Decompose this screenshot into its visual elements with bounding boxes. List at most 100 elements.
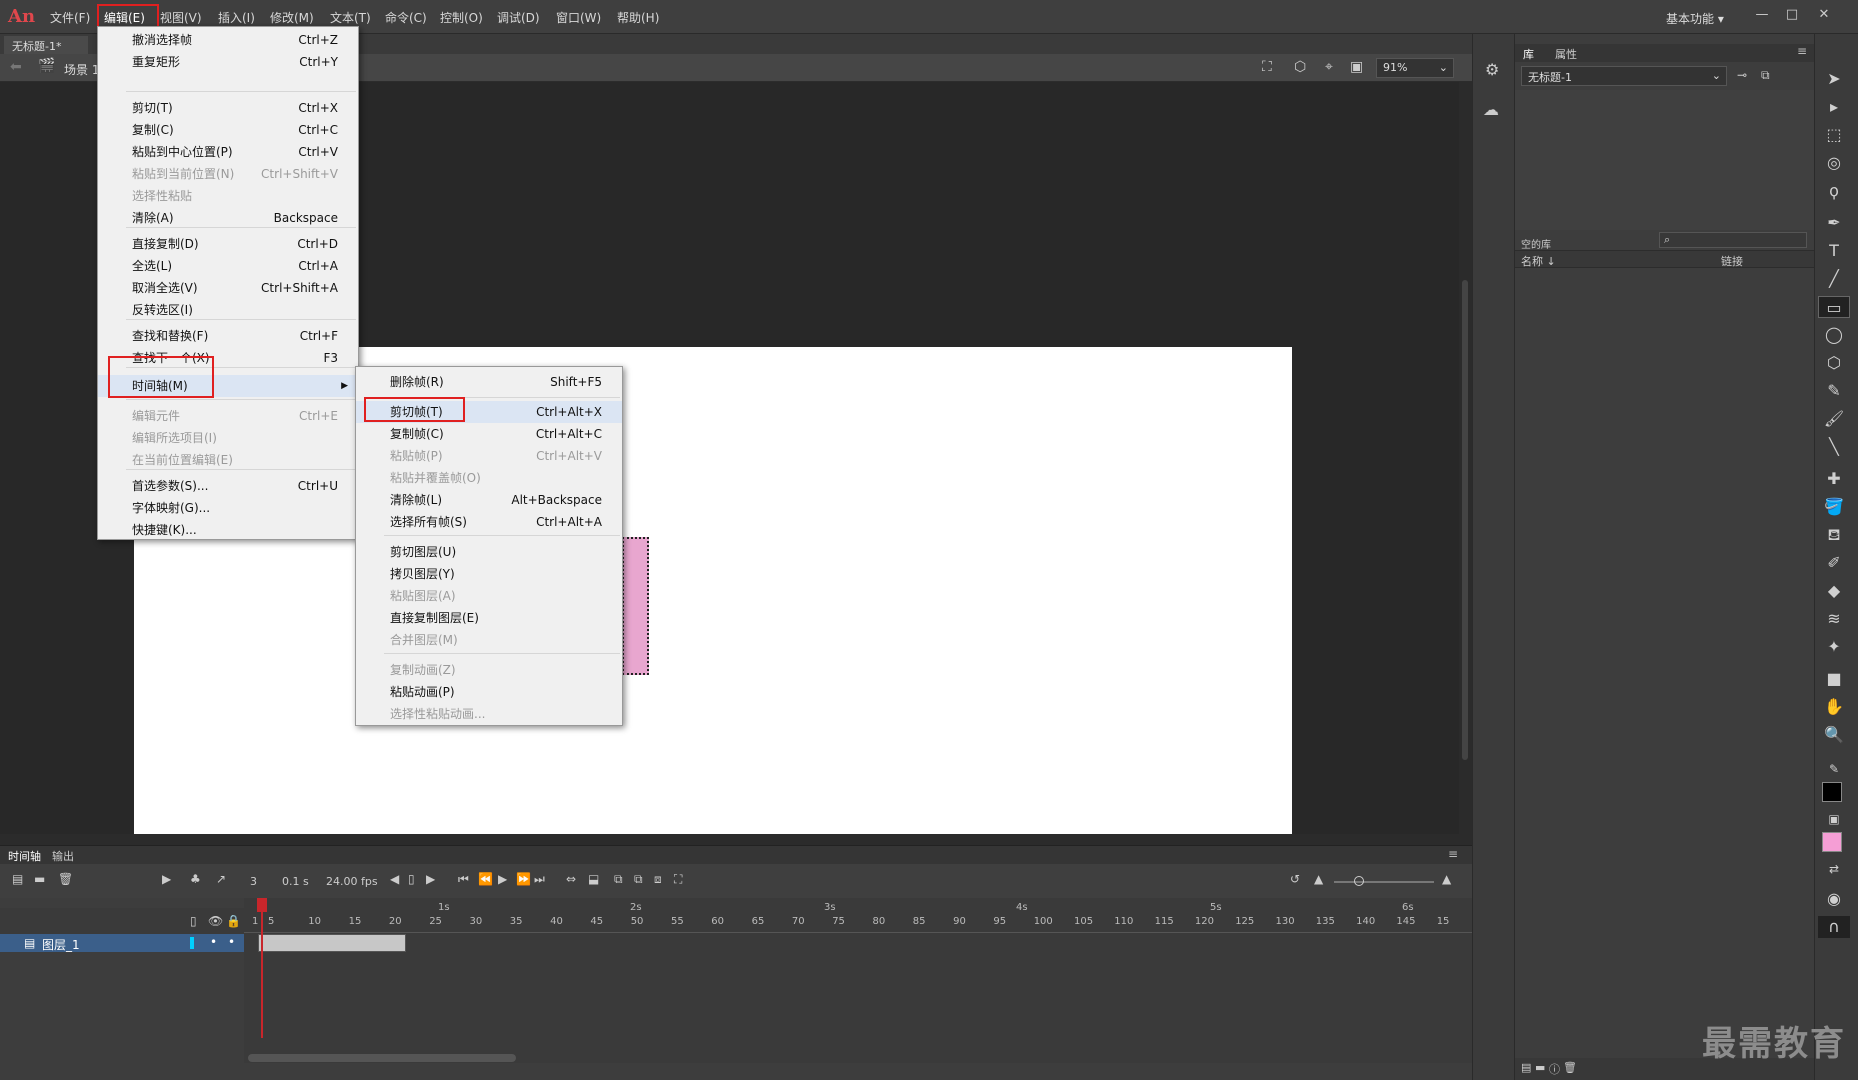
bone-tool-icon[interactable]: ✚ — [1818, 468, 1850, 490]
free-transform-tool-icon[interactable]: ⬚ — [1818, 124, 1850, 146]
column-linkage[interactable]: 链接 — [1721, 253, 1743, 269]
cc-libraries-icon[interactable]: ☁ — [1483, 100, 1499, 119]
scrollbar-thumb[interactable] — [1462, 280, 1468, 760]
zoom-in-icon[interactable]: ▲ — [1442, 872, 1451, 886]
swap-colors-icon[interactable]: ⇄ — [1818, 858, 1850, 880]
timeline-menu-item[interactable]: 清除帧(L) Alt+Backspace — [356, 489, 622, 511]
menu-window[interactable]: 窗口(W) — [556, 9, 601, 26]
step-forward-icon[interactable]: ⏩ — [516, 872, 531, 886]
width-tool-icon[interactable]: ≋ — [1818, 608, 1850, 630]
brush-tool-icon[interactable]: ╲ — [1818, 436, 1850, 458]
menu-text[interactable]: 文本(T) — [330, 9, 371, 26]
menu-view[interactable]: 视图(V) — [160, 9, 202, 26]
edit-menu-item[interactable]: 粘贴到中心位置(P) Ctrl+V — [98, 141, 358, 163]
add-keyframe-icon[interactable]: ▯ — [408, 872, 415, 886]
graph-icon[interactable]: ↗ — [216, 872, 226, 886]
object-drawing-icon[interactable]: ◉ — [1818, 888, 1850, 910]
oval-tool-icon[interactable]: ◯ — [1818, 324, 1850, 346]
current-time[interactable]: 0.1 s — [282, 875, 309, 888]
rectangle-tool-icon[interactable]: ▭ — [1818, 296, 1850, 318]
edit-menu-item[interactable]: 重复矩形 Ctrl+Y — [98, 51, 358, 73]
edit-menu-item[interactable]: 撤消选择帧 Ctrl+Z — [98, 29, 358, 51]
new-folder-icon[interactable]: ▬ — [34, 872, 45, 886]
panel-menu-icon[interactable]: ≡ — [1797, 44, 1807, 58]
menu-file[interactable]: 文件(F) — [50, 9, 90, 26]
step-back-icon[interactable]: ⏪ — [478, 872, 493, 886]
frame-span[interactable] — [258, 934, 406, 952]
edit-menu-item[interactable]: 快捷键(K)... — [98, 519, 358, 541]
menu-modify[interactable]: 修改(M) — [270, 9, 314, 26]
pen-tool-icon[interactable]: ✒ — [1818, 212, 1850, 234]
column-name[interactable]: 名称 ↓ — [1521, 253, 1556, 269]
snap-magnet-icon[interactable]: ∩ — [1818, 916, 1850, 938]
last-frame-icon[interactable]: ⏭ — [534, 872, 545, 887]
edit-menu-item[interactable]: 清除(A) Backspace — [98, 207, 358, 229]
close-window-button[interactable]: ✕ — [1810, 4, 1838, 26]
tab-output[interactable]: 输出 — [52, 848, 74, 864]
back-arrow-icon[interactable]: ⬅ — [10, 59, 22, 75]
first-frame-icon[interactable]: ⏮ — [458, 872, 469, 887]
selection-tool-icon[interactable]: ➤ — [1818, 68, 1850, 90]
play-icon[interactable]: ▶ — [498, 872, 507, 886]
menu-insert[interactable]: 插入(I) — [218, 9, 255, 26]
onion-skin-icon[interactable]: ⧉ — [614, 872, 623, 887]
frame-rate[interactable]: 24.00 fps — [326, 875, 378, 888]
layer-name[interactable]: 图层_1 — [42, 936, 80, 953]
zoom-select[interactable]: 91% ⌄ — [1376, 58, 1454, 78]
modify-markers-icon[interactable]: ⛶ — [674, 872, 682, 887]
eyedropper-tool-icon[interactable]: ✐ — [1818, 552, 1850, 574]
highlight-layers-icon[interactable]: ▯ — [190, 914, 197, 928]
layer-visible-dot[interactable]: • — [210, 935, 217, 949]
delete-icon[interactable]: 🗑 — [1563, 1061, 1577, 1074]
show-all-layers-icon[interactable]: 👁 — [208, 914, 223, 928]
stroke-color-swatch[interactable] — [1822, 782, 1842, 802]
text-tool-icon[interactable]: T — [1818, 240, 1850, 262]
panel-menu-icon[interactable]: ≡ — [1448, 847, 1458, 861]
camera-icon[interactable]: ▶ — [162, 872, 171, 886]
paint-brush-tool-icon[interactable]: 🖌 — [1818, 408, 1850, 430]
edit-scene-icon[interactable]: ⛶ — [1262, 59, 1272, 75]
timeline-menu-item[interactable]: 拷贝图层(Y) — [356, 563, 622, 585]
new-library-icon[interactable]: ⧉ — [1761, 68, 1770, 83]
playhead[interactable] — [261, 898, 263, 1038]
menu-control[interactable]: 控制(O) — [440, 9, 483, 26]
timeline-hscroll[interactable] — [248, 1054, 516, 1062]
lock-all-layers-icon[interactable]: 🔒 — [226, 914, 241, 928]
fill-color-swatch[interactable] — [1822, 832, 1842, 852]
timeline-zoom-thumb[interactable] — [1354, 876, 1364, 886]
edit-menu-item[interactable]: 查找和替换(F) Ctrl+F — [98, 325, 358, 347]
edit-multiple-icon[interactable]: ⧈ — [654, 872, 662, 887]
polystar-tool-icon[interactable]: ⬡ — [1818, 352, 1850, 374]
edit-menu-item[interactable]: 字体映射(G)... — [98, 497, 358, 519]
components-icon[interactable]: ⚙ — [1485, 60, 1499, 79]
tab-timeline[interactable]: 时间轴 — [8, 848, 41, 864]
center-frame-icon[interactable]: ⬓ — [588, 872, 599, 886]
edit-menu-item[interactable]: 反转选区(I) — [98, 299, 358, 321]
delete-layer-icon[interactable]: 🗑 — [58, 872, 73, 886]
timeline-menu-item[interactable]: 删除帧(R) Shift+F5 — [356, 371, 622, 393]
menu-edit[interactable]: 编辑(E) — [104, 9, 145, 26]
zoom-out-icon[interactable]: ▲ — [1314, 872, 1323, 886]
eraser-tool-icon[interactable]: ◆ — [1818, 580, 1850, 602]
menu-debug[interactable]: 调试(D) — [497, 9, 540, 26]
frames-area[interactable]: 1 5 10 15 20 25 30 35 40 45 50 55 60 65 70 75 80 85 90 95 10… — [244, 898, 1472, 1063]
layer-lock-dot[interactable]: • — [228, 935, 235, 949]
timeline-menu-item[interactable]: 选择所有帧(S) Ctrl+Alt+A — [356, 511, 622, 533]
edit-menu-item[interactable]: 剪切(T) Ctrl+X — [98, 97, 358, 119]
menu-help[interactable]: 帮助(H) — [617, 9, 659, 26]
pencil-tool-icon[interactable]: ✎ — [1818, 380, 1850, 402]
clip-stage-icon[interactable]: ▣ — [1350, 59, 1363, 75]
center-stage-icon[interactable]: ⌖ — [1325, 59, 1333, 75]
3d-rotation-tool-icon[interactable]: ◎ — [1818, 152, 1850, 174]
minimize-button[interactable]: — — [1748, 4, 1776, 26]
paint-bucket-tool-icon[interactable]: 🪣 — [1818, 496, 1850, 518]
subselection-tool-icon[interactable]: ▸ — [1818, 96, 1850, 118]
menu-commands[interactable]: 命令(C) — [385, 9, 427, 26]
lasso-tool-icon[interactable]: ϙ — [1818, 180, 1850, 202]
pink-rectangle-shape[interactable] — [622, 537, 649, 675]
timeline-menu-item[interactable]: 剪切图层(U) — [356, 541, 622, 563]
playhead-handle[interactable] — [257, 898, 267, 912]
zoom-tool-icon[interactable]: 🔍 — [1818, 724, 1850, 746]
ink-bottle-tool-icon[interactable]: ⛾ — [1818, 524, 1850, 546]
edit-menu-item[interactable]: 直接复制(D) Ctrl+D — [98, 233, 358, 255]
